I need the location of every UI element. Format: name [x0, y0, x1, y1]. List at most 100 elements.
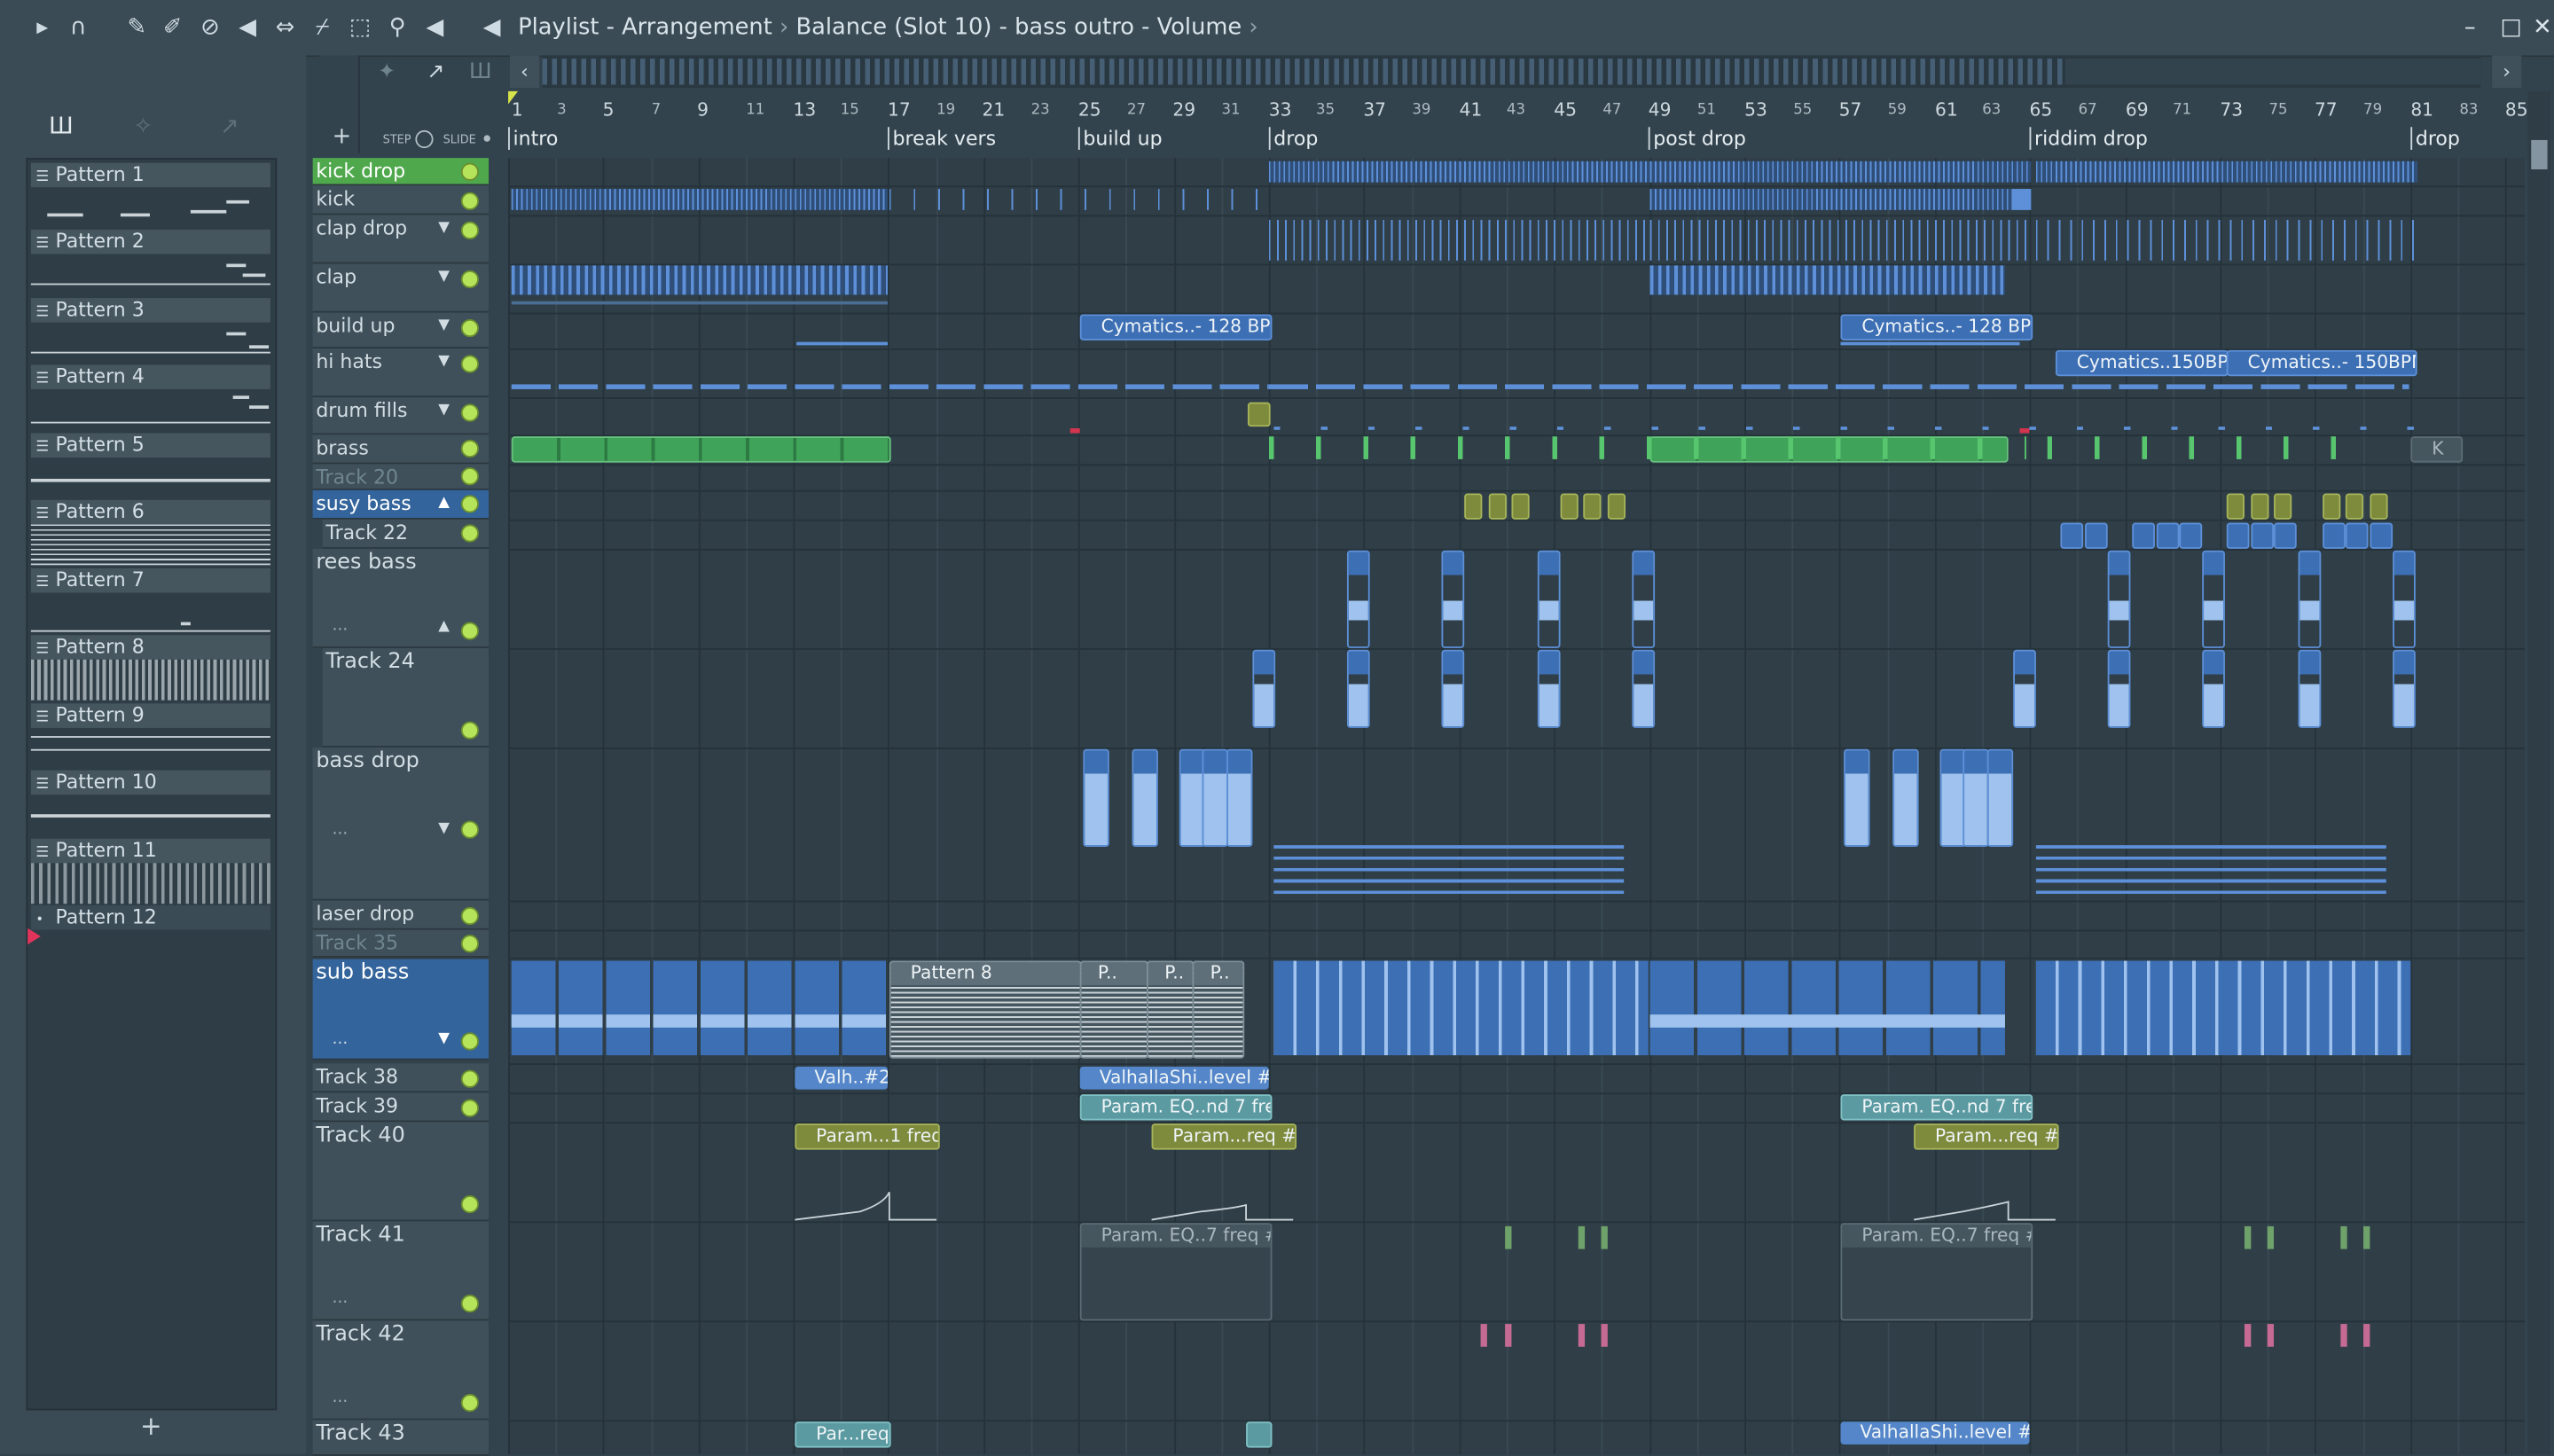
pattern-item[interactable]: ☰ Pattern 11: [30, 838, 270, 904]
marker-drop-2[interactable]: drop: [2410, 127, 2460, 150]
pattern-item[interactable]: ☰ Pattern 2: [30, 229, 270, 294]
track-header[interactable]: clap drop ▼: [312, 215, 490, 264]
track-header[interactable]: Track 39: [312, 1092, 490, 1123]
pattern-item[interactable]: • Pattern 12: [30, 905, 270, 970]
track-enable-led[interactable]: [460, 495, 479, 513]
track-header[interactable]: Track 43: [312, 1420, 490, 1456]
track-enable-led[interactable]: [460, 935, 479, 953]
track-enable-led[interactable]: [460, 467, 479, 486]
track-enable-led[interactable]: [460, 1069, 479, 1088]
automation-clip[interactable]: Param. EQ..nd 7 freq: [1840, 1094, 2033, 1121]
marker-intro[interactable]: intro: [508, 127, 558, 150]
play-icon[interactable]: ▸: [29, 15, 55, 41]
close-button[interactable]: ✕: [2533, 15, 2552, 41]
automation-clip-muted[interactable]: Param. EQ..7 freq #2: [1079, 1223, 1273, 1321]
track-header[interactable]: Track 24: [322, 647, 490, 748]
kick-pattern[interactable]: [511, 189, 889, 210]
playlist-grid[interactable]: Cymatics..- 128 BPM Cymatics..- 128 BPM …: [508, 158, 2525, 1454]
piano-roll-icon[interactable]: Ш: [49, 114, 74, 140]
brass-clip[interactable]: [511, 436, 891, 463]
track-enable-led[interactable]: [460, 439, 479, 458]
track-enable-led[interactable]: [460, 318, 479, 338]
kick-pattern[interactable]: [1649, 189, 2012, 210]
track-enable-led[interactable]: [460, 524, 479, 543]
automation-clip-muted[interactable]: Param. EQ..7 freq #2: [1840, 1223, 2033, 1321]
brass-clip-muted[interactable]: K: [2410, 436, 2464, 463]
automation-clip[interactable]: Valh..#2: [795, 1066, 889, 1090]
track-header[interactable]: drum fills ▼: [312, 397, 490, 435]
kick-pattern[interactable]: [2011, 189, 2032, 210]
pattern-item[interactable]: ☰ Pattern 8: [30, 635, 270, 701]
clap-drop-pattern[interactable]: [1649, 219, 2032, 261]
pattern-item[interactable]: ☰ Pattern 9: [30, 703, 270, 768]
track-header[interactable]: brass: [312, 434, 490, 465]
kick-drop-pattern[interactable]: [1649, 160, 2032, 183]
audio-clip[interactable]: Cymatics..150BPM: [2055, 349, 2229, 377]
track-header[interactable]: Track 35: [312, 929, 490, 958]
vertical-scrollbar-thumb[interactable]: [2531, 139, 2548, 169]
track-enable-led[interactable]: [460, 820, 479, 839]
track-header[interactable]: rees bass... ▲: [312, 548, 490, 648]
track-header[interactable]: Track 41...: [312, 1221, 490, 1321]
grid-icon[interactable]: Ш: [469, 60, 492, 85]
select-icon[interactable]: ⬚: [347, 15, 372, 41]
automation-clip[interactable]: [1246, 1421, 1273, 1448]
fill-clip[interactable]: [1247, 402, 1271, 427]
zoom-icon[interactable]: ⚲: [384, 15, 410, 41]
track-header[interactable]: kick drop: [312, 158, 490, 186]
overview-strip[interactable]: [542, 55, 2481, 89]
marker-build-up[interactable]: build up: [1077, 127, 1163, 150]
brush-icon[interactable]: ✐: [160, 15, 185, 41]
track-header[interactable]: bass drop... ▼: [312, 747, 490, 901]
snap-icon[interactable]: ✦: [378, 60, 396, 85]
track-header[interactable]: hi hats ▼: [312, 348, 490, 398]
automation-icon[interactable]: ↗: [220, 114, 239, 140]
track-header[interactable]: Track 38: [312, 1063, 490, 1093]
pattern-item[interactable]: ☰ Pattern 3: [30, 298, 270, 363]
track-header[interactable]: Track 20: [312, 464, 490, 490]
track-enable-led[interactable]: [460, 192, 479, 210]
track-header[interactable]: clap ▼: [312, 263, 490, 313]
vertical-scrollbar[interactable]: [2527, 90, 2551, 1454]
marker-post-drop[interactable]: post drop: [1648, 127, 1746, 150]
kick-drop-pattern[interactable]: [1268, 160, 1650, 183]
automation-clip[interactable]: ValhallaShi..level #5: [1840, 1421, 2030, 1444]
pattern-item[interactable]: ☰ Pattern 1: [30, 162, 270, 228]
collapse-icon[interactable]: ▼: [438, 1031, 450, 1047]
slip-icon[interactable]: ⇔: [272, 15, 298, 41]
track-enable-led[interactable]: [460, 1032, 479, 1051]
step-toggle[interactable]: [415, 129, 434, 149]
timeline-ruler[interactable]: 1 5 9 13 17 21 25 29 33 37 41 45 49 53 5…: [508, 90, 2534, 157]
track-enable-led[interactable]: [460, 622, 479, 640]
minimize-button[interactable]: –: [2464, 15, 2476, 41]
clap-pattern[interactable]: [511, 265, 889, 295]
marker-riddim-drop[interactable]: riddim drop: [2029, 127, 2148, 150]
kick-pattern[interactable]: [889, 189, 1271, 210]
pattern-item[interactable]: ☰ Pattern 4: [30, 364, 270, 429]
track-header[interactable]: laser drop: [312, 900, 490, 930]
playhead-marker[interactable]: [508, 90, 519, 105]
slide-dot[interactable]: [483, 135, 490, 142]
track-enable-led[interactable]: [460, 721, 479, 740]
automation-clip[interactable]: Param. EQ..nd 7 freq: [1079, 1094, 1273, 1121]
track-enable-led[interactable]: [460, 1194, 479, 1214]
track-header[interactable]: build up ▼: [312, 312, 490, 349]
track-enable-led[interactable]: [460, 1295, 479, 1313]
kick-drop-pattern[interactable]: [2035, 160, 2417, 183]
track-header[interactable]: susy bass ▲: [312, 489, 490, 520]
automation-clip[interactable]: Par...req: [795, 1421, 891, 1448]
envelope-icon[interactable]: ↗: [427, 60, 444, 85]
track-header[interactable]: sub bass... ▼: [312, 959, 490, 1061]
track-enable-led[interactable]: [460, 403, 479, 422]
pencil-icon[interactable]: ✎: [124, 15, 150, 41]
track-enable-led[interactable]: [460, 221, 479, 239]
playback-icon[interactable]: ◀: [422, 15, 448, 41]
track-enable-led[interactable]: [460, 355, 479, 373]
audio-icon[interactable]: ✧: [134, 114, 153, 140]
pattern-clip[interactable]: Pattern 8: [889, 960, 1082, 1059]
delete-icon[interactable]: ⊘: [197, 15, 223, 41]
expand-icon[interactable]: ▲: [438, 495, 450, 511]
track-header[interactable]: Track 22: [322, 519, 490, 549]
clap-pattern[interactable]: [1649, 265, 2005, 295]
marker-break[interactable]: break vers: [888, 127, 996, 150]
